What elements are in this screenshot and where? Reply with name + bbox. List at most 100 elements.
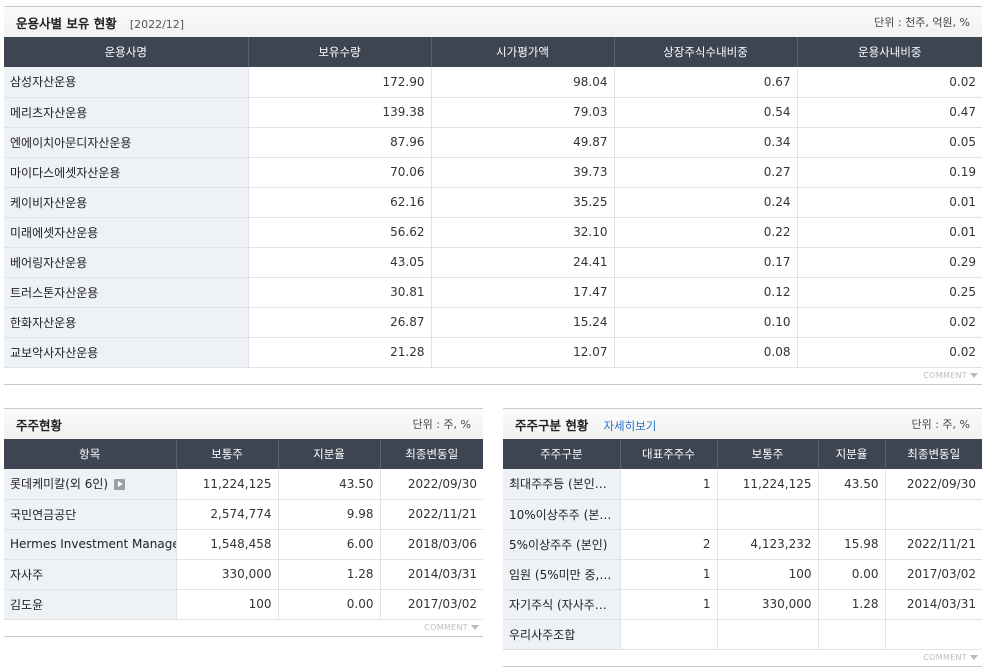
cell-text: 2018/03/06 [407,537,477,551]
column-header: 최종변동일 [884,439,982,469]
column-header: 최종변동일 [379,439,483,469]
row-label: 최대주주등 (본인+특수관계인) [503,469,620,500]
cell-text: 100 [788,567,812,581]
cell-value: 43.05 [247,247,431,278]
cell-value [716,499,818,530]
row-label-text: 롯데케미칼(외 6인) [10,477,109,492]
cell-value: 0.08 [613,337,797,368]
cell-value: 100 [175,589,278,620]
cell-text: 62.16 [390,195,425,209]
comment-toggle[interactable]: COMMENT [923,371,978,380]
cell-value: 0.10 [613,307,797,338]
cell-text: 139.38 [382,105,425,119]
cell-value: 0.29 [796,247,982,278]
table-row: 자사주 330,000 1.28 2014/03/31 [4,559,483,590]
cell-value: 2017/03/02 [379,589,483,620]
cell-value: 1.28 [277,559,380,590]
shareholder-type-panel: 주주구분 현황 자세히보기 단위 : 주, % 주주구분 대표주주수 보통주 지분율 최… [503,408,982,667]
row-label: 미래에셋자산운용 [4,217,248,248]
cell-value: 56.62 [247,217,431,248]
row-label: 트러스톤자산운용 [4,277,248,308]
cell-value: 43.50 [277,469,380,500]
expand-arrow-icon[interactable] [114,479,126,491]
cell-text: 32.10 [573,225,608,239]
cell-value: 0.34 [613,127,797,158]
cell-value: 1 [619,469,717,500]
row-label-text: 국민연금공단 [10,507,77,522]
detail-link[interactable]: 자세히보기 [603,419,656,433]
cell-value: 21.28 [247,337,431,368]
cell-text: 4,123,232 [750,537,812,551]
row-label: 5%이상주주 (본인) [503,529,620,560]
shareholders-table: 항목 보통주 지분율 최종변동일 롯데케미칼(외 6인) 11,224,125 43.50… [4,439,483,620]
cell-text: 98.04 [573,74,608,89]
row-label: 베어링자산운용 [4,247,248,278]
table-row: 국민연금공단 2,574,774 9.98 2022/11/21 [4,499,483,530]
column-header: 항목 [4,439,176,469]
cell-text: 1.28 [346,567,374,581]
row-label: 임원 (5%미만 중, 임원인 자) [503,559,620,590]
row-label: Hermes Investment Management [4,529,176,560]
column-header: 주주구분 [503,439,620,469]
cell-value [619,499,717,530]
cell-text: 0.00 [851,567,879,581]
table-row: 교보악사자산운용 21.28 12.07 0.08 0.02 [4,337,982,368]
cell-text: 2022/09/30 [407,476,477,491]
cell-text: 0.08 [763,345,791,359]
cell-value: 4,123,232 [716,529,818,560]
cell-text: 15.24 [573,315,608,329]
cell-value: 17.47 [430,277,614,308]
cell-value: 12.07 [430,337,614,368]
cell-text: 2022/11/21 [407,507,477,521]
row-label-text: 최대주주등 (본인+특수관계인) [509,477,620,492]
cell-text: 0.34 [763,135,791,149]
table-row: 롯데케미칼(외 6인) 11,224,125 43.50 2022/09/30 [4,469,483,500]
shareholders-title: 주주현황 [16,417,63,433]
cell-text: 1 [702,567,711,581]
cell-text: 0.67 [763,74,791,89]
cell-value: 32.10 [430,217,614,248]
fund-holdings-footer: COMMENT [4,368,982,385]
comment-toggle[interactable]: COMMENT [923,653,978,662]
row-label-text: 한화자산운용 [10,315,77,330]
cell-value [817,499,885,530]
cell-text: 0.29 [949,255,976,269]
shareholders-footer: COMMENT [4,620,483,637]
cell-value: 2022/11/21 [884,529,982,560]
comment-label: COMMENT [923,370,967,380]
cell-text: 70.06 [390,165,425,179]
cell-text: 0.24 [763,195,791,209]
fund-holdings-panel: 운용사별 보유 현황 [2022/12] 단위 : 천주, 억원, % 운용사명… [4,6,982,385]
shareholders-header: 주주현황 단위 : 주, % [4,408,483,439]
fund-holdings-period: [2022/12] [129,17,185,31]
cell-text: 0.01 [949,225,976,239]
shareholders-unit: 단위 : 주, % [412,418,471,431]
row-label-text: 교보악사자산운용 [10,345,99,360]
cell-value: 43.50 [817,469,885,500]
cell-text: 0.22 [763,225,791,239]
column-header: 지분율 [277,439,380,469]
table-row: 베어링자산운용 43.05 24.41 0.17 0.29 [4,247,982,278]
comment-toggle[interactable]: COMMENT [424,623,479,632]
row-label: 롯데케미칼(외 6인) [4,469,176,500]
fund-holdings-title: 운용사별 보유 현황 [16,15,117,31]
row-label-text: 마이다스에셋자산운용 [10,165,121,180]
cell-text: 1.28 [851,597,879,611]
cell-value: 0.25 [796,277,982,308]
cell-text: 43.50 [339,476,374,491]
cell-value: 1 [619,559,717,590]
cell-value: 2022/09/30 [379,469,483,500]
cell-value: 0.01 [796,187,982,218]
column-header: 보통주 [716,439,818,469]
row-label: 교보악사자산운용 [4,337,248,368]
row-label-text: 미래에셋자산운용 [10,225,99,240]
cell-text: 11,224,125 [202,476,272,491]
cell-value: 1,548,458 [175,529,278,560]
cell-text: 2014/03/31 [407,567,477,581]
cell-value: 2,574,774 [175,499,278,530]
cell-value: 0.54 [613,97,797,128]
cell-value: 15.24 [430,307,614,338]
table-row: 자기주식 (자사주+자사주신탁) 1 330,000 1.28 2014/03/31 [503,589,982,620]
cell-text: 0.19 [949,165,976,179]
cell-value: 0.19 [796,157,982,188]
